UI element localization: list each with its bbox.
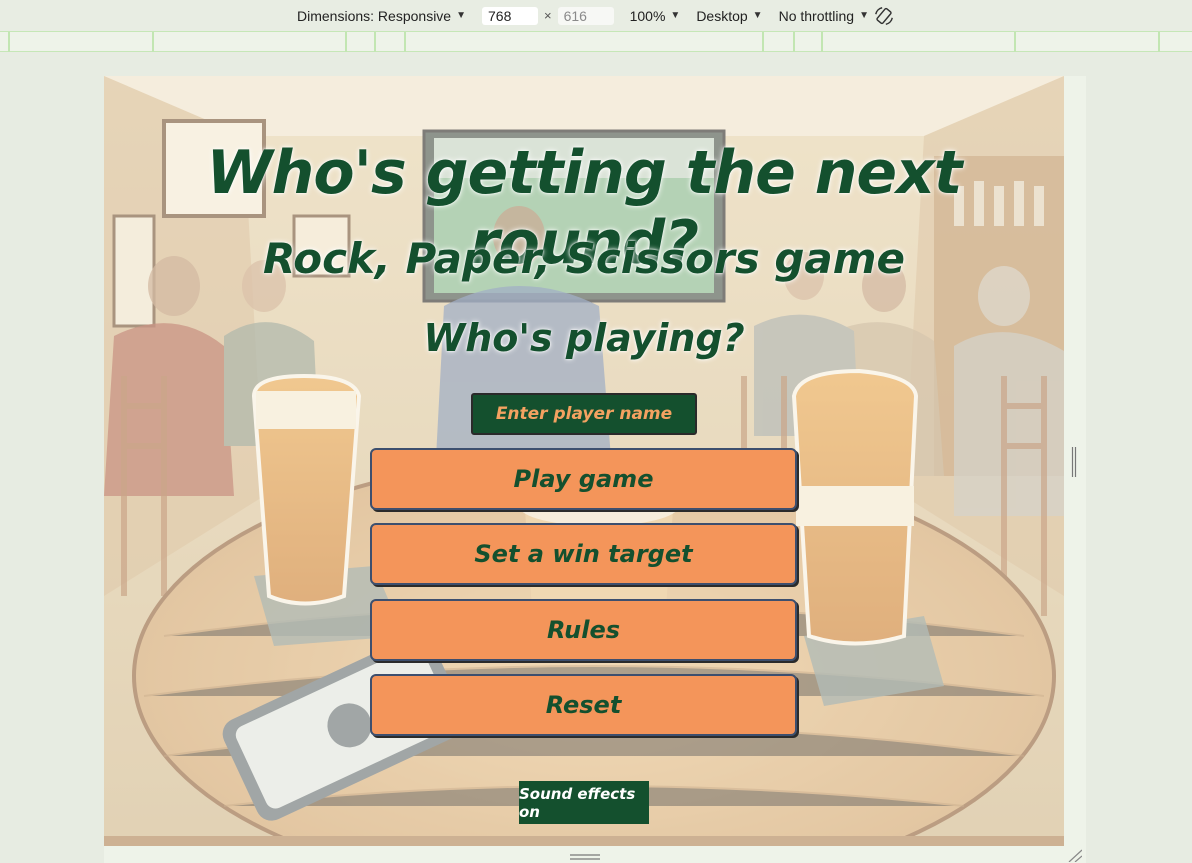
win-target-button[interactable]: Set a win target bbox=[370, 523, 797, 585]
throttling-dropdown[interactable]: No throttling ▼ bbox=[779, 5, 895, 27]
player-name-input[interactable] bbox=[471, 393, 697, 435]
zoom-dropdown[interactable]: 100% ▼ bbox=[630, 8, 681, 24]
throttling-label: No throttling bbox=[778, 7, 855, 24]
height-input[interactable] bbox=[557, 6, 614, 25]
media-query-ruler[interactable] bbox=[0, 31, 1192, 52]
corner-resize-icon[interactable] bbox=[1066, 848, 1082, 862]
dimensions-label: Dimensions: Responsive bbox=[297, 7, 452, 24]
rotate-icon[interactable] bbox=[873, 5, 895, 27]
width-input[interactable] bbox=[482, 6, 538, 25]
emulated-viewport: Who's getting the next round? Rock, Pape… bbox=[104, 76, 1064, 846]
dimensions-inputs: × bbox=[482, 6, 614, 25]
dimensions-dropdown[interactable]: Dimensions: Responsive ▼ bbox=[297, 8, 466, 24]
sound-effects-toggle[interactable]: Sound effects on bbox=[519, 781, 649, 824]
height-resize-handle[interactable] bbox=[570, 853, 600, 861]
width-resize-handle[interactable] bbox=[1071, 447, 1077, 477]
players-heading: Who's playing? bbox=[423, 316, 745, 360]
game-start-screen: Who's getting the next round? Rock, Pape… bbox=[104, 76, 1064, 846]
chevron-down-icon: ▼ bbox=[859, 10, 869, 21]
device-dropdown[interactable]: Desktop ▼ bbox=[696, 8, 762, 24]
chevron-down-icon: ▼ bbox=[670, 10, 681, 21]
play-game-button[interactable]: Play game bbox=[370, 448, 797, 510]
zoom-label: 100% bbox=[629, 7, 666, 24]
chevron-down-icon: ▼ bbox=[456, 10, 466, 21]
times-separator: × bbox=[544, 8, 552, 23]
page-subtitle: Rock, Paper, Scissors game bbox=[263, 234, 905, 283]
device-label: Desktop bbox=[696, 7, 748, 24]
devtools-device-toolbar: Dimensions: Responsive ▼ × 100% ▼ Deskto… bbox=[0, 0, 1192, 31]
reset-button[interactable]: Reset bbox=[370, 674, 797, 736]
chevron-down-icon: ▼ bbox=[752, 10, 763, 21]
rules-button[interactable]: Rules bbox=[370, 599, 797, 661]
